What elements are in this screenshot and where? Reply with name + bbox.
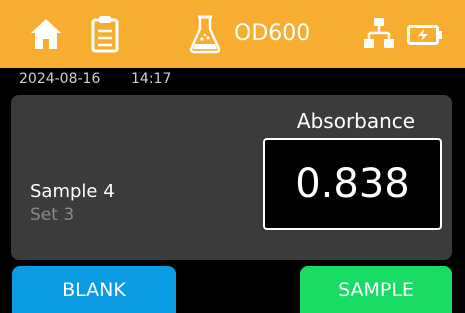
sample-button[interactable]: SAMPLE xyxy=(300,266,452,313)
absorbance-value: 0.838 xyxy=(295,161,410,207)
absorbance-label: Absorbance xyxy=(296,109,416,133)
reading-panel: Absorbance 0.838 Sample 4 Set 3 xyxy=(11,95,452,260)
network-icon[interactable] xyxy=(364,17,394,49)
date-label: 2024-08-16 xyxy=(19,71,101,87)
home-icon[interactable] xyxy=(29,17,63,51)
blank-button[interactable]: BLANK xyxy=(12,266,176,313)
absorbance-display: 0.838 xyxy=(263,138,442,230)
mode-title: OD600 xyxy=(234,21,311,46)
time-label: 14:17 xyxy=(131,71,172,87)
sample-name: Sample 4 xyxy=(30,181,115,202)
status-bar: 2024-08-16 14:17 xyxy=(0,68,465,92)
clipboard-icon[interactable] xyxy=(91,15,119,53)
top-bar: OD600 xyxy=(0,0,465,68)
battery-icon xyxy=(407,25,443,45)
flask-icon[interactable] xyxy=(189,14,221,54)
set-name: Set 3 xyxy=(30,205,75,225)
